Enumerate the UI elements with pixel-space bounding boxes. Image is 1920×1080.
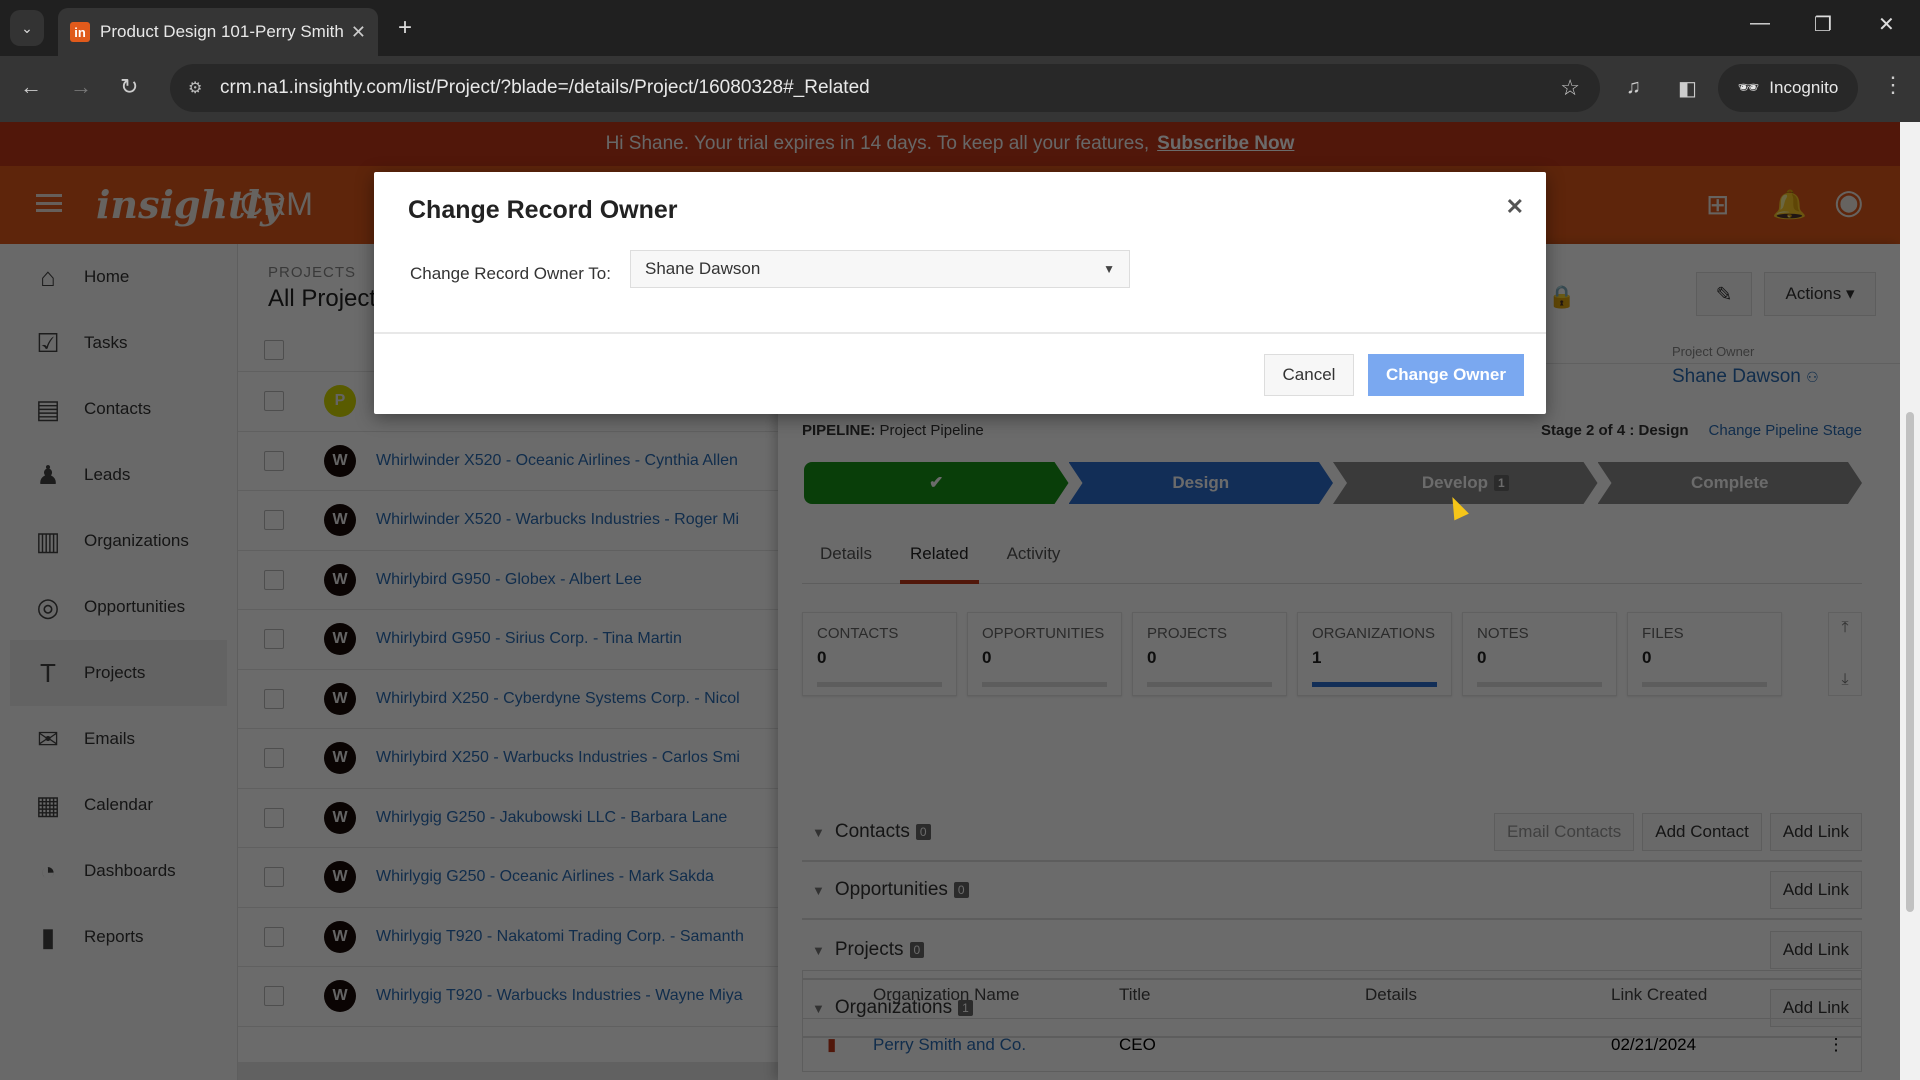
side-panel-icon[interactable]: ◧ [1678,76,1697,101]
tab-title: Product Design 101-Perry Smith [100,22,343,41]
address-bar[interactable]: ⚙ crm.na1.insightly.com/list/Project/?bl… [170,64,1600,112]
restore-icon[interactable]: ❐ [1814,12,1832,37]
forward-icon[interactable]: → [70,74,92,100]
close-window-icon[interactable]: ✕ [1878,12,1895,37]
change-owner-button[interactable]: Change Owner [1368,354,1524,396]
back-icon[interactable]: ← [20,74,42,100]
modal-divider [374,332,1546,334]
tab-search-button[interactable]: ⌄ [10,10,44,46]
scrollbar-thumb[interactable] [1906,412,1914,912]
new-tab-button[interactable]: + [398,14,412,42]
owner-select-value: Shane Dawson [645,259,761,278]
chevron-down-icon: ▼ [1103,262,1115,276]
reload-icon[interactable]: ↻ [120,74,138,100]
change-record-owner-modal: Change Record Owner ✕ Change Record Owne… [374,172,1546,414]
page-scrollbar[interactable] [1900,122,1920,1080]
close-tab-icon[interactable]: ✕ [351,22,366,43]
close-icon[interactable]: ✕ [1506,194,1524,220]
incognito-icon: 🕶 [1737,78,1760,97]
browser-tab-bar: ⌄ in Product Design 101-Perry Smith ✕ + … [0,0,1920,56]
url-text: crm.na1.insightly.com/list/Project/?blad… [220,77,870,98]
incognito-indicator[interactable]: 🕶 Incognito [1718,64,1858,112]
owner-select[interactable]: Shane Dawson ▼ [630,250,1130,288]
bookmark-star-icon[interactable]: ☆ [1560,75,1580,101]
site-info-icon[interactable]: ⚙ [188,78,202,98]
minimize-icon[interactable]: — [1750,12,1770,35]
media-controls-icon[interactable]: ♫ [1626,76,1641,99]
modal-title: Change Record Owner [408,196,678,224]
insightly-favicon-icon: in [70,22,90,42]
browser-menu-icon[interactable]: ⋮ [1882,72,1904,98]
browser-toolbar: ← → ↻ ⚙ crm.na1.insightly.com/list/Proje… [0,56,1920,122]
owner-field-label: Change Record Owner To: [410,264,611,283]
page: Hi Shane. Your trial expires in 14 days.… [0,122,1900,1080]
browser-tab[interactable]: in Product Design 101-Perry Smith ✕ [58,8,378,56]
cancel-button[interactable]: Cancel [1264,354,1354,396]
incognito-label: Incognito [1769,78,1839,97]
